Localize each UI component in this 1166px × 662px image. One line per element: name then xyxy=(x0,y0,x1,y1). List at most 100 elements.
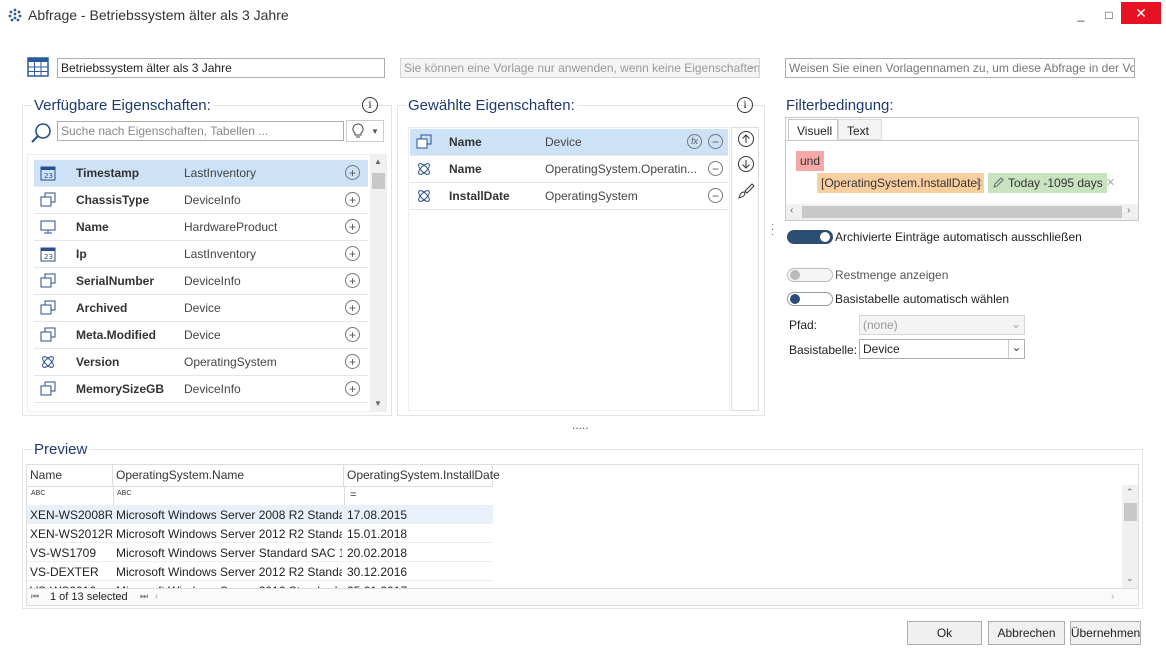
suggestion-dropdown[interactable]: ▼ xyxy=(346,120,384,142)
property-name: SerialNumber xyxy=(76,274,155,288)
restmenge-toggle[interactable] xyxy=(787,268,833,282)
add-property-icon[interactable]: + xyxy=(345,246,360,261)
scroll-thumb[interactable] xyxy=(372,173,385,189)
available-property-row[interactable]: Version OperatingSystem + xyxy=(34,349,368,376)
add-property-icon[interactable]: + xyxy=(345,327,360,342)
add-property-icon[interactable]: + xyxy=(345,381,360,396)
remove-property-icon[interactable]: − xyxy=(708,188,723,203)
selected-property-row[interactable]: Name OperatingSystem.Operatin... − xyxy=(410,156,728,183)
available-property-row[interactable]: Name HardwareProduct + xyxy=(34,214,368,241)
filter-field[interactable]: [OperatingSystem.InstallDate] xyxy=(817,173,985,193)
preview-title: Preview xyxy=(32,441,90,458)
archived-toggle[interactable] xyxy=(787,230,833,244)
scroll-thumb[interactable] xyxy=(1124,503,1137,521)
scroll-left-icon[interactable]: ‹ xyxy=(155,591,158,602)
available-property-row[interactable]: Archived Device + xyxy=(34,295,368,322)
last-page-icon[interactable]: ⏭ xyxy=(140,591,148,602)
chevron-down-icon: ▼ xyxy=(371,126,379,136)
template-name-input[interactable]: Weisen Sie einen Vorlagennamen zu, um di… xyxy=(785,58,1135,78)
table-row[interactable]: VS-WS1709 Microsoft Windows Server Standa… xyxy=(27,543,493,562)
available-scrollbar[interactable]: ▲ ▼ xyxy=(370,155,386,411)
vertical-splitter[interactable]: · · · xyxy=(771,220,775,240)
add-property-icon[interactable]: + xyxy=(345,300,360,315)
cell-os-name: Microsoft Windows Server 2008 R2 Standar… xyxy=(116,508,342,522)
function-icon[interactable]: fx xyxy=(687,134,702,149)
apply-button[interactable]: Übernehmen xyxy=(1070,621,1141,645)
filter-comparator[interactable]: < xyxy=(975,176,982,190)
add-property-icon[interactable]: + xyxy=(345,192,360,207)
available-properties-list: 23 Timestamp LastInventory + ChassisType Devi… xyxy=(27,154,387,412)
scroll-thumb[interactable] xyxy=(802,206,1122,218)
basistabelle-select[interactable]: Device ⌄ xyxy=(859,339,1025,359)
scroll-left-icon[interactable]: ‹ xyxy=(790,205,793,216)
filter-hscrollbar[interactable]: ‹ › xyxy=(786,204,1138,220)
selected-info-icon[interactable]: i xyxy=(737,97,753,113)
grid-vscrollbar[interactable]: ⌃ ⌄ xyxy=(1122,485,1138,589)
table-row[interactable]: VS-DEXTER Microsoft Windows Server 2012 R… xyxy=(27,562,493,581)
table-row[interactable]: XEN-WS2008R2 Microsoft Windows Server 200… xyxy=(27,505,493,524)
cancel-button[interactable]: Abbrechen xyxy=(988,621,1065,645)
selected-property-row[interactable]: Name Device fx − xyxy=(410,129,728,156)
close-button[interactable]: ✕ xyxy=(1121,2,1161,24)
app-icon xyxy=(8,8,22,22)
cell-os-name: Microsoft Windows Server 2012 R2 Standar… xyxy=(116,527,342,541)
scroll-up-icon[interactable]: ▲ xyxy=(374,157,382,166)
cell-os-name: Microsoft Windows Server Standard SAC 17… xyxy=(116,546,342,560)
scroll-down-icon[interactable]: ⌄ xyxy=(1126,573,1134,584)
horizontal-splitter[interactable]: ..... xyxy=(572,418,589,432)
preview-grid: Name OperatingSystem.Name OperatingSyste… xyxy=(26,464,1139,606)
property-name: InstallDate xyxy=(449,189,510,203)
remove-condition-icon[interactable]: ✕ xyxy=(1106,176,1115,189)
ok-button[interactable]: Ok xyxy=(907,621,982,645)
available-property-row[interactable]: 23 Timestamp LastInventory + xyxy=(34,160,368,187)
add-property-icon[interactable]: + xyxy=(345,219,360,234)
available-property-row[interactable]: 23 Ip LastInventory + xyxy=(34,241,368,268)
tab-text[interactable]: Text xyxy=(838,119,882,140)
maximize-button[interactable]: □ xyxy=(1095,0,1123,30)
scroll-down-icon[interactable]: ▼ xyxy=(374,399,382,408)
brush-icon[interactable] xyxy=(737,182,755,200)
column-header[interactable]: OperatingSystem.Name xyxy=(113,465,344,487)
tab-visual[interactable]: Visuell xyxy=(788,119,838,140)
device-icon xyxy=(40,381,56,397)
property-table: HardwareProduct xyxy=(184,220,278,234)
query-name-input[interactable]: Betriebssystem älter als 3 Jahre xyxy=(57,58,385,78)
property-name: Meta.Modified xyxy=(76,328,156,342)
filter-value[interactable]: Today -1095 days xyxy=(988,173,1107,193)
scroll-right-icon[interactable]: › xyxy=(1111,591,1114,602)
cell-install-date: 17.08.2015 xyxy=(347,508,408,522)
available-info-icon[interactable]: i xyxy=(362,97,378,113)
selection-status: 1 of 13 selected xyxy=(50,591,128,603)
column-header[interactable]: OperatingSystem.InstallDate xyxy=(344,465,500,487)
available-property-row[interactable]: SerialNumber DeviceInfo + xyxy=(34,268,368,295)
first-page-icon[interactable]: ⏮ xyxy=(31,591,39,602)
move-down-icon[interactable] xyxy=(737,155,755,173)
available-property-row[interactable]: Meta.Modified Device + xyxy=(34,322,368,349)
remove-property-icon[interactable]: − xyxy=(708,161,723,176)
cell-os-name: Microsoft Windows Server 2012 R2 Standar… xyxy=(116,565,342,579)
scroll-up-icon[interactable]: ⌃ xyxy=(1126,487,1134,498)
template-select[interactable]: Sie können eine Vorlage nur anwenden, we… xyxy=(400,58,760,78)
pfad-select[interactable]: (none) ⌄ xyxy=(859,315,1025,335)
scroll-right-icon[interactable]: › xyxy=(1127,205,1130,216)
filter-text-icon[interactable]: ABC xyxy=(31,490,45,497)
move-up-icon[interactable] xyxy=(737,130,755,148)
filter-equals-icon[interactable]: = xyxy=(350,489,356,501)
available-property-row[interactable]: MemorySizeGB DeviceInfo + xyxy=(34,376,368,403)
property-table: DeviceInfo xyxy=(184,193,241,207)
template-select-value: Sie können eine Vorlage nur anwenden, we… xyxy=(404,61,760,75)
minimize-button[interactable]: _ xyxy=(1067,0,1095,30)
remove-property-icon[interactable]: − xyxy=(708,134,723,149)
column-header[interactable]: Name xyxy=(27,465,113,487)
add-property-icon[interactable]: + xyxy=(345,354,360,369)
property-search-input[interactable]: Suche nach Eigenschaften, Tabellen ... xyxy=(57,121,344,141)
filter-text-icon[interactable]: ABC xyxy=(117,490,131,497)
table-row[interactable]: XEN-WS2012R2 Microsoft Windows Server 201… xyxy=(27,524,493,543)
selected-property-row[interactable]: InstallDate OperatingSystem − xyxy=(410,183,728,210)
add-property-icon[interactable]: + xyxy=(345,165,360,180)
filter-operator[interactable]: und xyxy=(796,151,825,171)
available-property-row[interactable]: ChassisType DeviceInfo + xyxy=(34,187,368,214)
property-table: DeviceInfo xyxy=(184,382,241,396)
basistabelle-auto-toggle[interactable] xyxy=(787,292,833,306)
add-property-icon[interactable]: + xyxy=(345,273,360,288)
